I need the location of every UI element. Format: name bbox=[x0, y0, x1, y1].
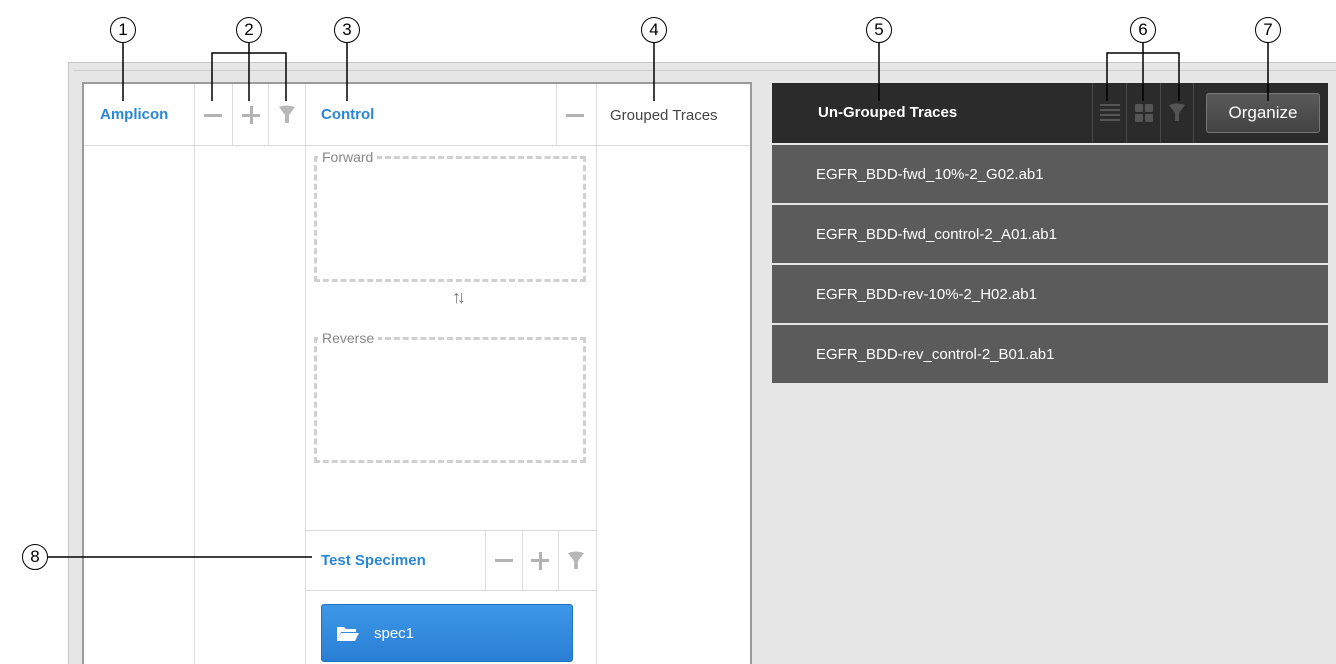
column-divider bbox=[194, 84, 195, 664]
panel-header: Amplicon Control Grouped Traces bbox=[84, 84, 750, 146]
minus-icon bbox=[566, 113, 584, 117]
minus-icon bbox=[204, 113, 222, 117]
amplicon-label[interactable]: Amplicon bbox=[100, 106, 168, 123]
frame-divider bbox=[74, 70, 1336, 71]
grid-view-icon bbox=[1134, 104, 1153, 122]
callout-1: 1 bbox=[110, 17, 136, 43]
callout-3: 3 bbox=[334, 17, 360, 43]
plus-icon bbox=[242, 106, 260, 124]
amplicon-add-button[interactable] bbox=[233, 84, 269, 146]
forward-label: Forward bbox=[318, 149, 378, 165]
trace-item[interactable]: EGFR_BDD-fwd_10%-2_G02.ab1 bbox=[772, 145, 1328, 203]
trace-item[interactable]: EGFR_BDD-rev-10%-2_H02.ab1 bbox=[772, 265, 1328, 323]
callout-7: 7 bbox=[1255, 17, 1281, 43]
filter-icon bbox=[568, 551, 584, 569]
trace-item[interactable]: EGFR_BDD-fwd_control-2_A01.ab1 bbox=[772, 205, 1328, 263]
specimen-filter-button[interactable] bbox=[558, 531, 594, 590]
grouped-traces-label: Grouped Traces bbox=[610, 107, 718, 124]
specimen-remove-button[interactable] bbox=[486, 531, 522, 590]
divider bbox=[556, 84, 557, 146]
divider bbox=[305, 590, 597, 591]
callout-4: 4 bbox=[641, 17, 667, 43]
amplicon-filter-button[interactable] bbox=[269, 84, 305, 146]
swap-direction-icon[interactable]: ↑↓ bbox=[452, 287, 466, 308]
grid-view-button[interactable] bbox=[1126, 83, 1160, 143]
callout-5: 5 bbox=[866, 17, 892, 43]
list-view-button[interactable] bbox=[1092, 83, 1126, 143]
specimen-add-button[interactable] bbox=[522, 531, 558, 590]
minus-icon bbox=[495, 559, 513, 562]
control-remove-button[interactable] bbox=[557, 84, 593, 146]
filter-icon bbox=[279, 105, 295, 123]
callout-8: 8 bbox=[22, 544, 48, 570]
reverse-label: Reverse bbox=[318, 330, 379, 346]
callout-6: 6 bbox=[1130, 17, 1156, 43]
callout-2: 2 bbox=[236, 17, 262, 43]
grouping-panel: Amplicon Control Grouped Traces Forward … bbox=[82, 82, 752, 664]
ungrouped-traces-header: Un-Grouped Traces Organize bbox=[772, 83, 1328, 143]
amplicon-remove-button[interactable] bbox=[195, 84, 231, 146]
trace-item[interactable]: EGFR_BDD-rev_control-2_B01.ab1 bbox=[772, 325, 1328, 383]
ungrouped-trace-list: EGFR_BDD-fwd_10%-2_G02.ab1 EGFR_BDD-fwd_… bbox=[772, 143, 1328, 383]
specimen-button-spec1[interactable]: spec1 bbox=[321, 604, 573, 662]
plus-icon bbox=[531, 551, 549, 570]
column-divider bbox=[305, 84, 306, 664]
filter-icon bbox=[1169, 103, 1185, 121]
ungrouped-traces-title: Un-Grouped Traces bbox=[818, 104, 958, 121]
filter-button[interactable] bbox=[1160, 83, 1194, 143]
reverse-drop-zone[interactable] bbox=[314, 337, 586, 463]
folder-open-icon bbox=[337, 627, 359, 641]
list-view-icon bbox=[1099, 104, 1120, 121]
forward-drop-zone[interactable] bbox=[314, 156, 586, 282]
control-label[interactable]: Control bbox=[321, 106, 374, 123]
column-divider bbox=[596, 84, 597, 664]
specimen-button-label: spec1 bbox=[374, 624, 415, 642]
test-specimen-label[interactable]: Test Specimen bbox=[321, 552, 426, 569]
organize-button[interactable]: Organize bbox=[1206, 93, 1320, 133]
